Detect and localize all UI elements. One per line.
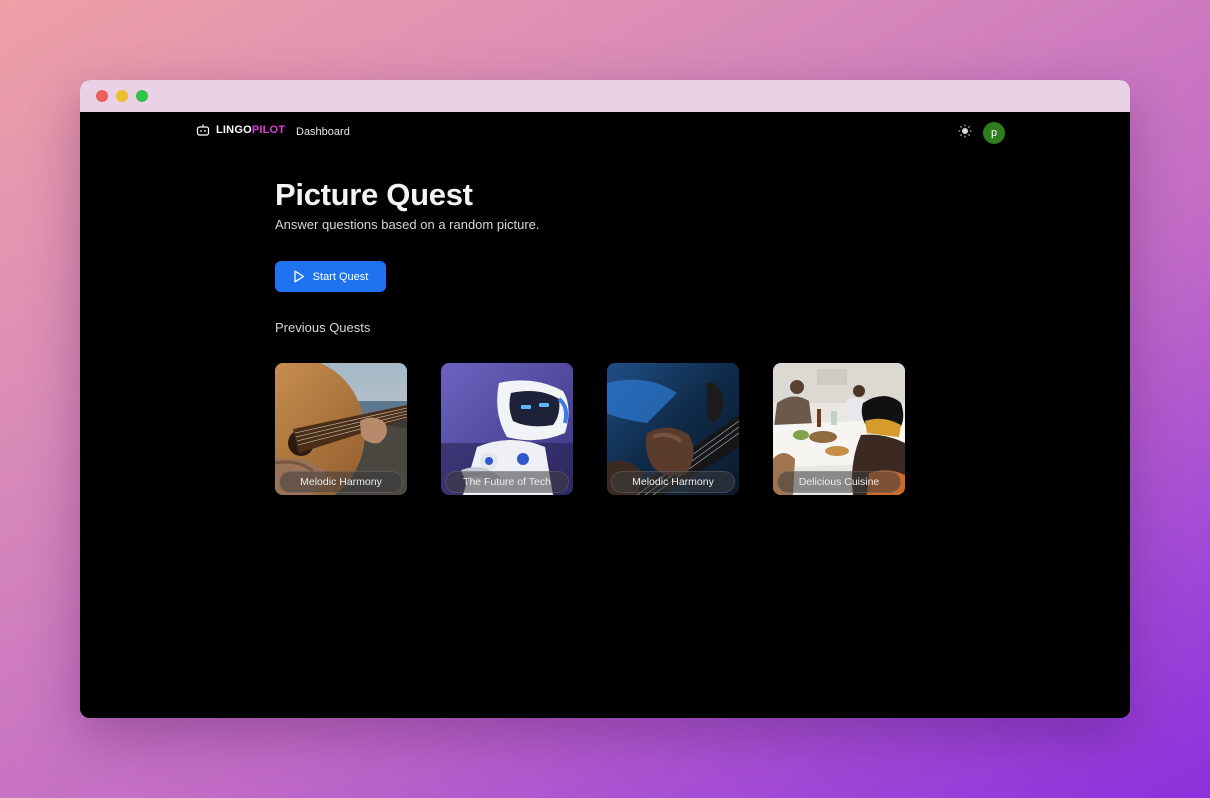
quest-card[interactable]: Delicious Cuisine xyxy=(773,363,905,495)
quest-card-label: Melodic Harmony xyxy=(279,471,403,493)
top-navbar: LINGOPILOT Dashboard p xyxy=(196,122,1006,146)
previous-quests-heading: Previous Quests xyxy=(275,320,371,335)
robot-icon xyxy=(196,124,210,136)
sun-icon xyxy=(958,124,972,143)
brand-name-part1: LINGO xyxy=(216,124,252,136)
page-subtitle: Answer questions based on a random pictu… xyxy=(275,217,540,232)
app-root: LINGOPILOT Dashboard p Picture Quest Ans… xyxy=(80,112,1130,718)
minimize-window-button[interactable] xyxy=(116,90,128,102)
browser-window: LINGOPILOT Dashboard p Picture Quest Ans… xyxy=(80,80,1130,718)
close-window-button[interactable] xyxy=(96,90,108,102)
user-avatar[interactable]: p xyxy=(983,122,1005,144)
quest-card[interactable]: Melodic Harmony xyxy=(607,363,739,495)
brand-name: LINGOPILOT xyxy=(216,124,285,136)
window-titlebar xyxy=(80,80,1130,112)
start-quest-label: Start Quest xyxy=(312,270,369,283)
theme-toggle-button[interactable] xyxy=(956,124,974,142)
quest-card-label: Delicious Cuisine xyxy=(777,471,901,493)
maximize-window-button[interactable] xyxy=(136,90,148,102)
start-quest-button[interactable]: Start Quest xyxy=(275,261,386,292)
quest-card-label: The Future of Tech xyxy=(445,471,569,493)
brand-logo-link[interactable]: LINGOPILOT xyxy=(196,124,285,136)
quest-card-label: Melodic Harmony xyxy=(611,471,735,493)
nav-dashboard-link[interactable]: Dashboard xyxy=(296,126,350,138)
play-icon xyxy=(293,270,305,283)
main-content: Picture Quest Answer questions based on … xyxy=(275,176,975,495)
quest-card-list: Melodic Harmony The Future of Tech Melod… xyxy=(275,363,905,495)
brand-name-part2: PILOT xyxy=(251,124,286,136)
quest-card[interactable]: Melodic Harmony xyxy=(275,363,407,495)
quest-card[interactable]: The Future of Tech xyxy=(441,363,573,495)
page-title: Picture Quest xyxy=(275,177,473,212)
